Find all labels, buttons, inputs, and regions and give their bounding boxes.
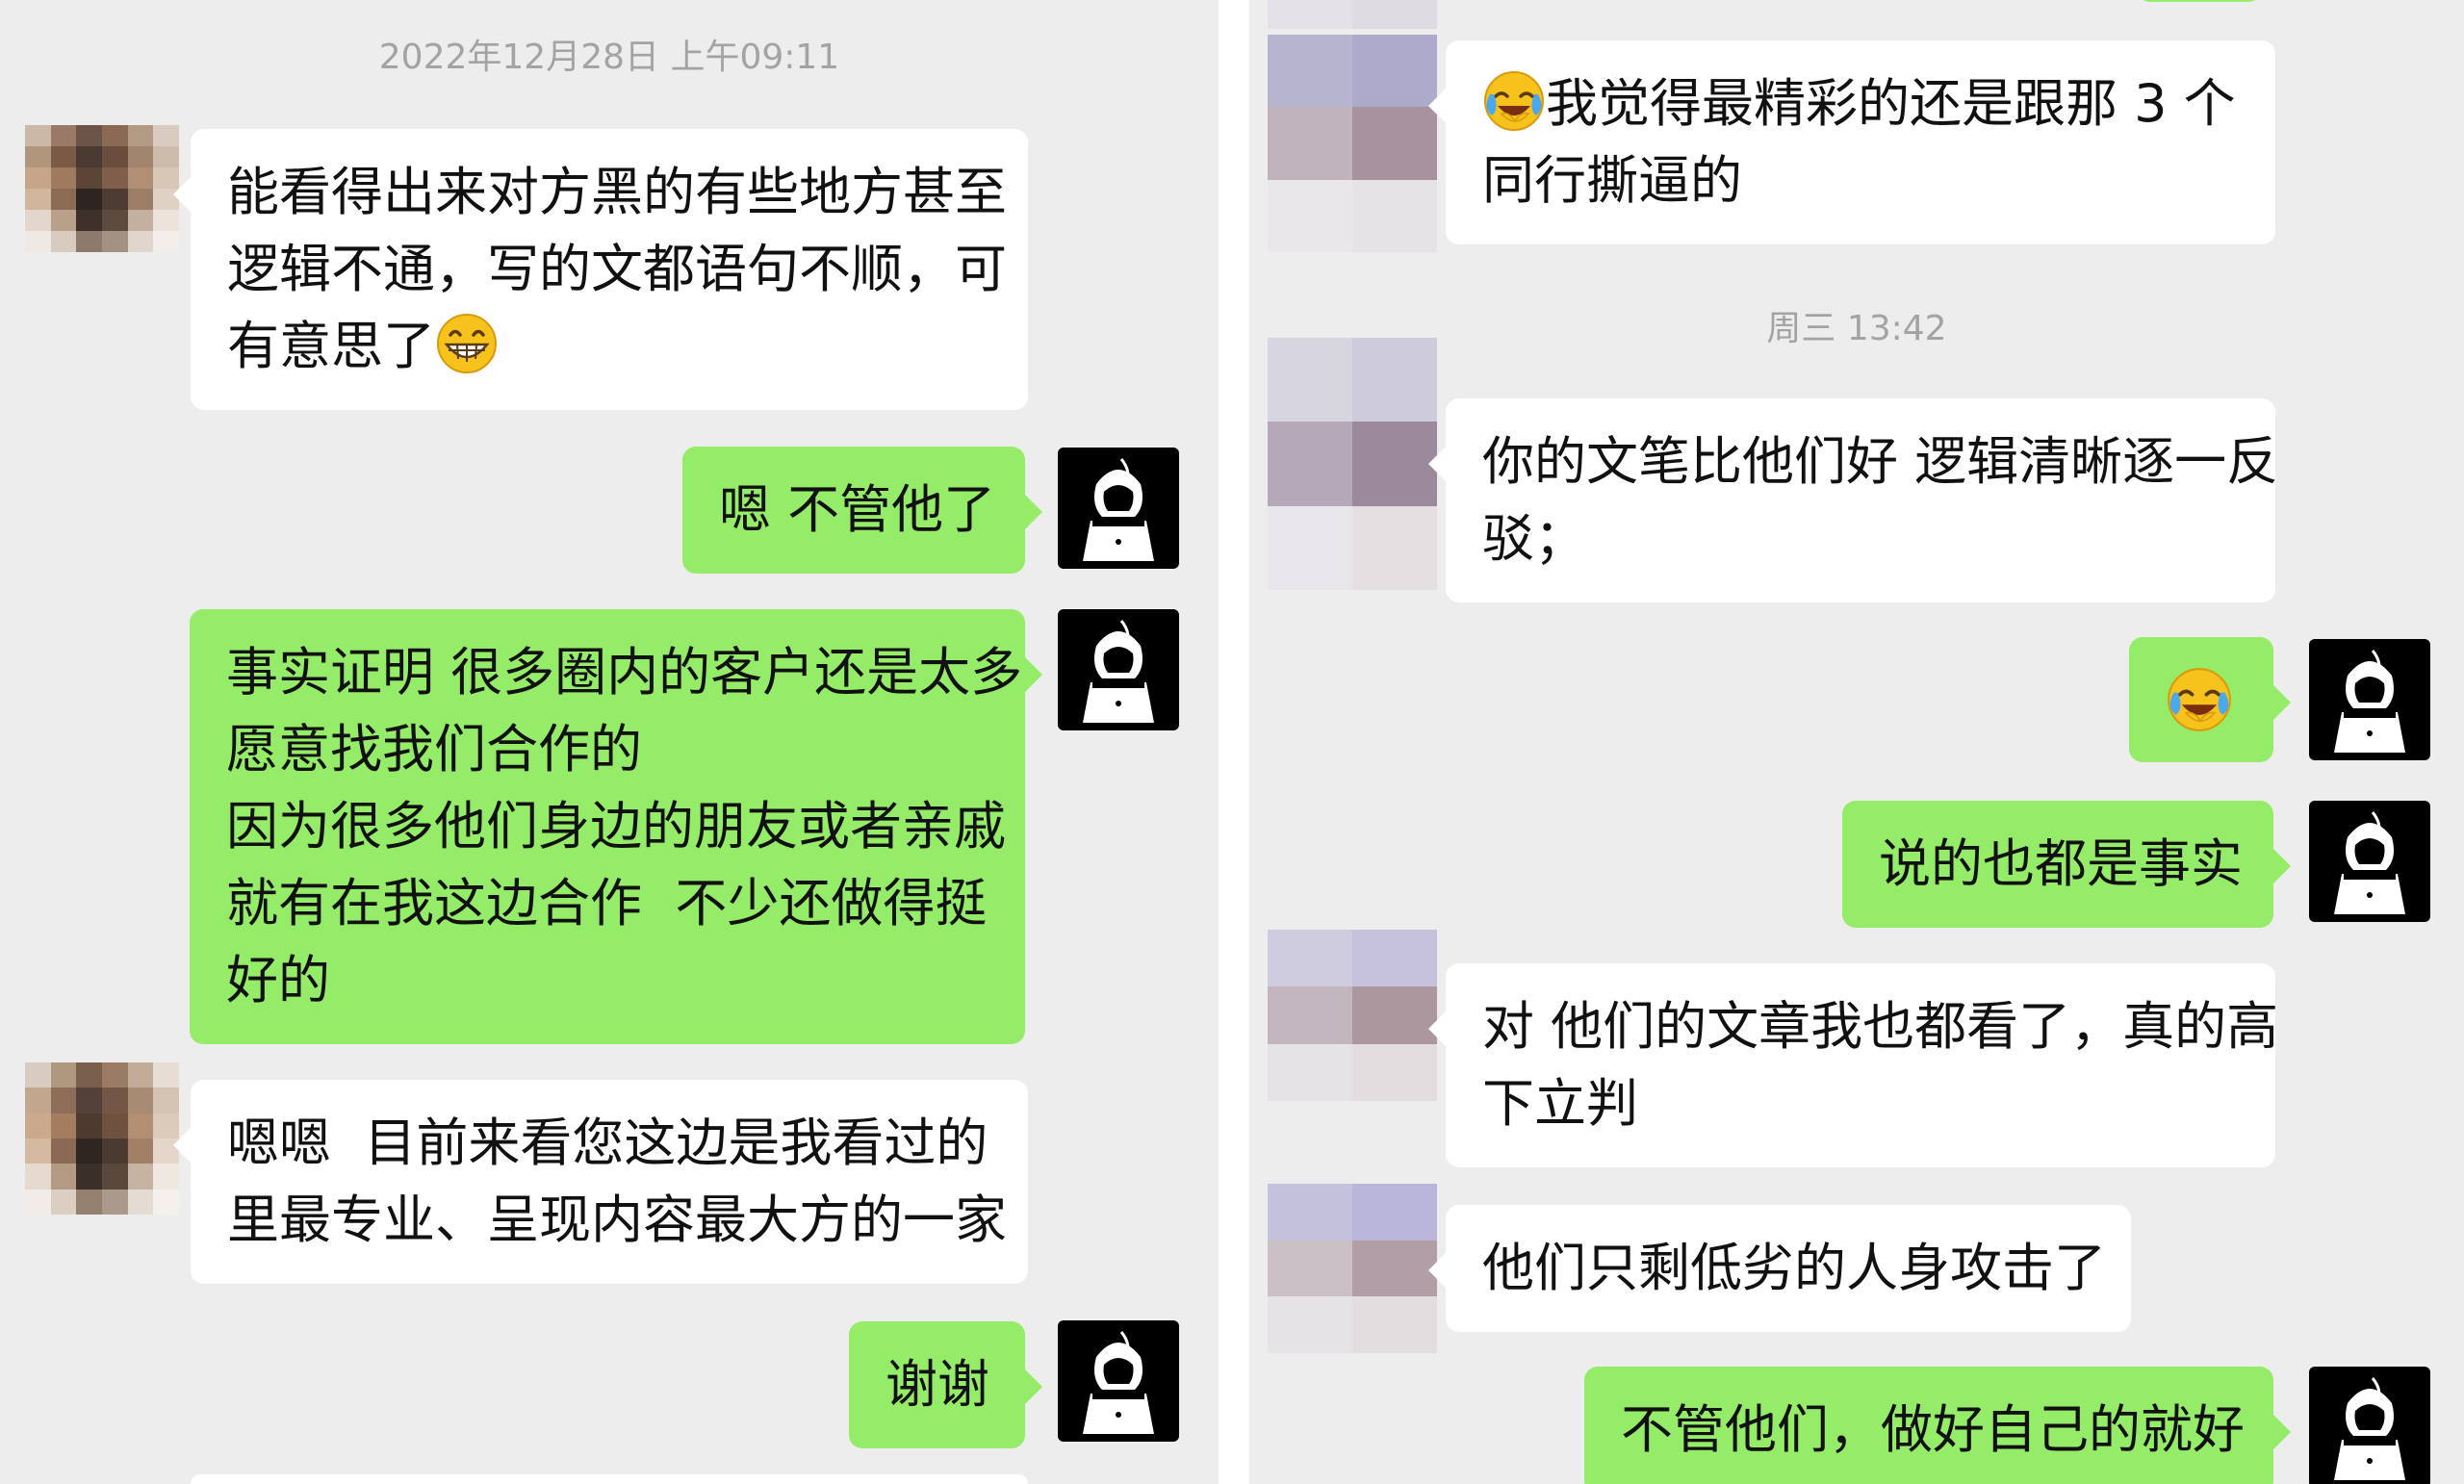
message-bubble-outgoing[interactable]	[2129, 637, 2291, 762]
avatar[interactable]	[1058, 609, 1179, 730]
message-line: 事实证明 很多圈内的客户还是太多	[226, 642, 1023, 703]
message-line: 他们只剩低劣的人身攻击了	[1482, 1238, 2106, 1298]
message-line: 谢谢	[886, 1354, 989, 1415]
message-line	[2166, 666, 2237, 743]
laugh-cry-emoji-icon	[2168, 668, 2231, 731]
avatar[interactable]	[1268, 930, 1437, 1101]
message-line: 嗯嗯 目前来看您这边是我看过的	[227, 1113, 988, 1173]
message-line: 能看得出来对方黑的有些地方甚至	[227, 162, 1007, 222]
message-bubble-incoming[interactable]: 嗯嗯 目前来看您这边是我看过的 里最专业、呈现内容最大方的一家	[173, 1080, 1028, 1284]
message-line: 同行撕逼的	[1482, 150, 1742, 211]
message-bubble-incoming[interactable]: 我觉得最精彩的还是跟那 3 个 同行撕逼的	[1428, 40, 2275, 244]
hacker-avatar-icon	[1083, 458, 1154, 561]
message-line: 逻辑不通，写的文都语句不顺，可	[227, 239, 1007, 299]
message-line: 有意思了	[227, 308, 991, 385]
message-line: 不管他们，做好自己的就好	[1621, 1399, 2245, 1460]
message-line: 嗯 不管他了	[719, 479, 996, 540]
message-line: 就有在我这边合作 不少还做得挺	[226, 873, 988, 934]
avatar[interactable]	[2309, 639, 2430, 760]
message-bubble-incoming[interactable]: 能看得出来对方黑的有些地方甚至 逻辑不通，写的文都语句不顺，可 有意思了	[173, 129, 1028, 410]
grin-emoji-icon	[437, 314, 497, 373]
avatar[interactable]	[2309, 1367, 2430, 1484]
message-bubble-outgoing[interactable]: 说的也都是事实	[1842, 801, 2291, 928]
timestamp: 2022年12月28日 上午09:11	[378, 38, 840, 77]
chat-panel-right[interactable]: 我觉得最精彩的还是跟那 3 个 同行撕逼的 周三 13:42 你的文笔比他们好 …	[1249, 0, 2464, 1484]
message-line: 驳；	[1482, 508, 1586, 569]
partial-bubble-bottom	[191, 1474, 1028, 1484]
avatar[interactable]	[25, 125, 179, 252]
avatar[interactable]	[1268, 1184, 1437, 1353]
hacker-avatar-icon	[2334, 1377, 2405, 1480]
avatar[interactable]	[25, 1062, 179, 1215]
message-bubble-incoming[interactable]: 他们只剩低劣的人身攻击了	[1428, 1205, 2131, 1332]
hacker-avatar-icon	[2334, 650, 2405, 753]
chat-panel-left[interactable]: 2022年12月28日 上午09:11 能看得出来对方黑的有些地方甚至 逻辑不通…	[0, 0, 1219, 1484]
message-bubble-outgoing[interactable]: 事实证明 很多圈内的客户还是太多 愿意找我们合作的 因为很多他们身边的朋友或者亲…	[190, 609, 1042, 1044]
message-bubble-outgoing[interactable]: 不管他们，做好自己的就好	[1584, 1367, 2291, 1484]
message-line: 下立判	[1482, 1073, 1638, 1134]
message-bubble-outgoing[interactable]: 嗯 不管他了	[682, 447, 1042, 574]
hacker-avatar-icon	[2334, 811, 2405, 914]
message-bubble-outgoing[interactable]: 谢谢	[849, 1321, 1042, 1448]
avatar[interactable]	[1058, 1320, 1179, 1442]
message-line: 因为很多他们身边的朋友或者亲戚	[226, 796, 1006, 857]
avatar[interactable]	[1058, 448, 1179, 569]
avatar[interactable]	[1268, 338, 1437, 590]
message-line: 说的也都是事实	[1879, 833, 2243, 894]
message-bubble-incoming[interactable]: 你的文笔比他们好 逻辑清晰逐一反 驳；	[1428, 398, 2279, 602]
message-line: 里最专业、呈现内容最大方的一家	[227, 1190, 1007, 1250]
hacker-avatar-icon	[1083, 620, 1154, 723]
message-line: 我觉得最精彩的还是跟那 3 个	[1482, 65, 2239, 142]
hacker-avatar-icon	[1083, 1331, 1154, 1434]
avatar[interactable]	[1268, 35, 1437, 252]
message-bubble-incoming[interactable]: 对 他们的文章我也都看了，真的高 下立判	[1428, 963, 2279, 1167]
laugh-cry-emoji-icon	[1484, 71, 1544, 131]
message-line: 好的	[226, 950, 330, 1011]
avatar[interactable]	[1268, 0, 1437, 29]
avatar[interactable]	[2309, 801, 2430, 922]
partial-bubble-outgoing	[2137, 0, 2262, 2]
message-line: 你的文笔比他们好 逻辑清晰逐一反	[1482, 431, 2279, 492]
message-line: 对 他们的文章我也都看了，真的高	[1482, 996, 2279, 1057]
message-line: 愿意找我们合作的	[226, 719, 642, 780]
